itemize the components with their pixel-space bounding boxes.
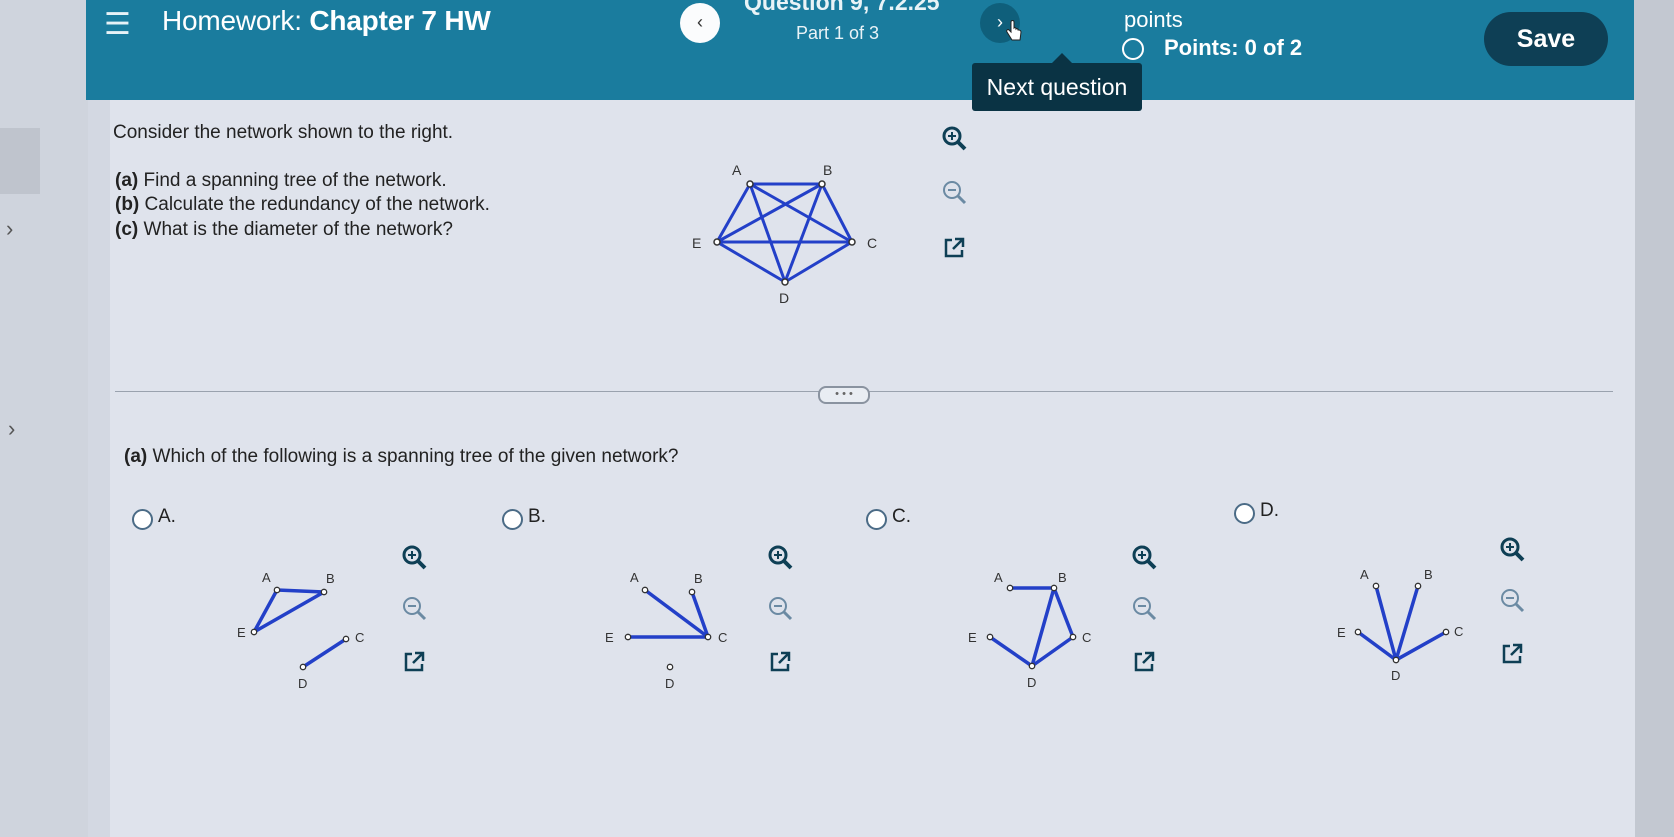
page-title: Homework: Chapter 7 HW [162, 5, 491, 37]
svg-text:A: A [994, 570, 1003, 585]
edge-DC [302, 637, 347, 669]
svg-text:E: E [968, 630, 977, 645]
label-A: A [732, 162, 742, 178]
svg-text:B: B [326, 571, 335, 586]
save-button[interactable]: Save [1484, 12, 1608, 66]
prev-arrow-icon: ‹ [697, 12, 703, 32]
svg-text:C: C [1082, 630, 1091, 645]
header-bar: ☰ Homework: Chapter 7 HW ‹ Question 9, 7… [86, 0, 1634, 100]
zoom-out-icon[interactable] [400, 594, 428, 622]
option-a-radio[interactable] [132, 509, 153, 530]
next-arrow-icon: › [997, 12, 1003, 32]
edge-ED [716, 240, 786, 284]
question-a-prompt: (a) Which of the following is a spanning… [124, 446, 679, 467]
question-title: Question 9, 7.2.25 [744, 0, 940, 15]
resize-handle[interactable]: • • • [818, 386, 870, 404]
zoom-in-icon[interactable] [766, 543, 794, 571]
expand-arrow-icon[interactable]: › [8, 416, 15, 442]
svg-text:A: A [630, 570, 639, 585]
next-question-tooltip: Next question [972, 53, 1142, 111]
svg-text:E: E [237, 625, 246, 640]
prev-question-button[interactable]: ‹ [680, 3, 720, 43]
label-D: D [779, 290, 789, 306]
option-d-graph: A B C D E [1337, 567, 1463, 683]
svg-text:B: B [1058, 570, 1067, 585]
left-gutter: › › [0, 0, 88, 837]
option-a-label[interactable]: A. [158, 506, 176, 528]
edge-BD [783, 183, 824, 283]
title-main: Chapter 7 HW [309, 5, 491, 36]
svg-text:D: D [298, 676, 307, 691]
edge-AD [748, 183, 787, 283]
svg-text:B: B [694, 571, 703, 586]
svg-text:C: C [355, 630, 364, 645]
menu-icon[interactable]: ☰ [104, 10, 131, 40]
zoom-in-icon[interactable] [1130, 543, 1158, 571]
zoom-out-icon[interactable] [940, 178, 968, 206]
open-new-window-icon[interactable] [1498, 640, 1526, 668]
gutter-strip [0, 128, 40, 194]
zoom-in-icon[interactable] [940, 124, 968, 152]
points-value: Points: 0 of 2 [1164, 35, 1303, 60]
option-c-radio[interactable] [866, 509, 887, 530]
zoom-out-icon[interactable] [766, 594, 794, 622]
svg-text:D: D [665, 676, 674, 691]
open-new-window-icon[interactable] [400, 648, 428, 676]
zoom-out-icon[interactable] [1498, 586, 1526, 614]
svg-text:A: A [1360, 567, 1369, 582]
part-indicator: Part 1 of 3 [796, 23, 880, 43]
svg-text:D: D [1391, 668, 1400, 683]
svg-text:E: E [1337, 625, 1346, 640]
vertex-C [848, 238, 856, 246]
problem-part-c: (c) What is the diameter of the network? [115, 219, 453, 240]
open-new-window-icon[interactable] [940, 234, 968, 262]
hand-cursor-icon [1006, 20, 1022, 41]
svg-text:A: A [262, 570, 271, 585]
network-graph: A B C D E [692, 162, 877, 306]
edge-BC [1052, 587, 1075, 638]
edge-DC [784, 240, 853, 284]
svg-text:E: E [605, 630, 614, 645]
zoom-out-icon[interactable] [1130, 594, 1158, 622]
problem-intro: Consider the network shown to the right. [113, 122, 454, 143]
open-new-window-icon[interactable] [1130, 648, 1158, 676]
label-B: B [823, 162, 832, 178]
vertex-A [746, 180, 754, 188]
option-b-graph: A B C D E [605, 570, 727, 691]
points-label: points [1124, 7, 1183, 32]
svg-text:B: B [1424, 567, 1433, 582]
label-C: C [867, 235, 877, 251]
title-prefix: Homework: [162, 5, 302, 36]
svg-text:C: C [718, 630, 727, 645]
zoom-in-icon[interactable] [1498, 535, 1526, 563]
zoom-in-icon[interactable] [400, 543, 428, 571]
expand-arrow-icon[interactable]: › [6, 216, 13, 242]
option-b-label[interactable]: B. [528, 506, 546, 528]
vertex-D [781, 278, 789, 286]
option-d-label[interactable]: D. [1260, 500, 1279, 522]
problem-part-a: (a) Find a spanning tree of the network. [115, 170, 447, 191]
option-a-graph: A B C D E [237, 570, 364, 691]
open-new-window-icon[interactable] [766, 648, 794, 676]
vertex-B [818, 180, 826, 188]
svg-text:D: D [1027, 675, 1036, 690]
option-b-radio[interactable] [502, 509, 523, 530]
option-d-radio[interactable] [1234, 503, 1255, 524]
edge-AB [276, 588, 325, 594]
option-c-label[interactable]: C. [892, 506, 911, 528]
problem-part-b: (b) Calculate the redundancy of the netw… [115, 194, 490, 215]
option-c-graph: A B C D E [968, 570, 1091, 690]
svg-text:C: C [1454, 624, 1463, 639]
vertex-E [713, 238, 721, 246]
label-E: E [692, 235, 701, 251]
edge-ED [989, 635, 1033, 668]
points-status-icon [1122, 38, 1144, 60]
